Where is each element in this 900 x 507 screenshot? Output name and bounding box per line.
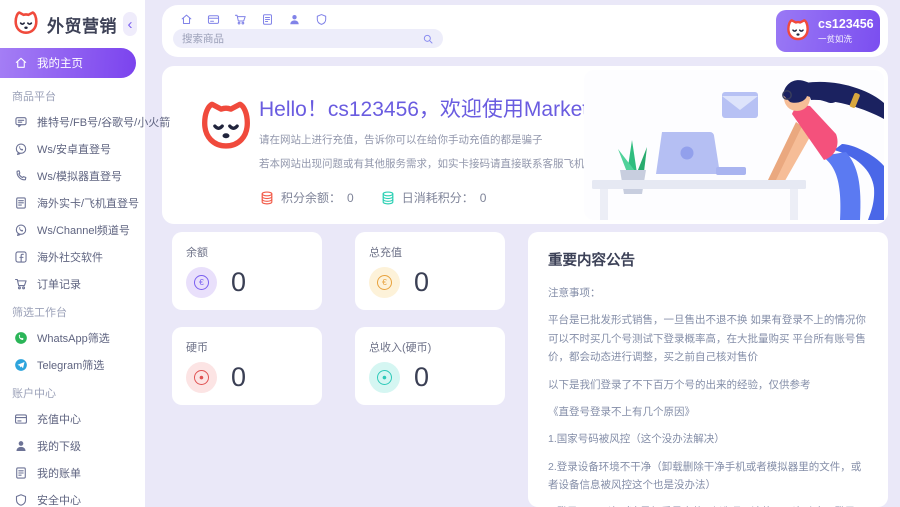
- telegram-icon: [14, 358, 28, 372]
- sidebar-item-order-records[interactable]: 订单记录: [0, 270, 145, 297]
- sidebar-item-my-subordinates[interactable]: 我的下级: [0, 432, 145, 459]
- announcement-title: 重要内容公告: [548, 249, 868, 270]
- sidebar-section-filter-workbench: 筛选工作台: [0, 297, 145, 324]
- stat-card-coins: 硬币 ● 0: [172, 327, 322, 405]
- whatsapp-icon: [14, 142, 28, 156]
- search-input[interactable]: [182, 33, 422, 45]
- announcement-paragraph: 以下是我们登录了不下百万个号的出来的经验，仅供参考: [548, 376, 868, 394]
- document-icon: [14, 196, 28, 210]
- coins-icon: [259, 190, 275, 206]
- sidebar-item-ws-emulator[interactable]: Ws/模拟器直登号: [0, 162, 145, 189]
- daily-points-value: 0: [480, 191, 487, 205]
- balance-value: 0: [231, 267, 246, 298]
- coin-target-icon: ●: [186, 362, 217, 393]
- shield-icon: [14, 493, 28, 507]
- points-balance-value: 0: [347, 191, 354, 205]
- coins-icon: [380, 190, 396, 206]
- points-balance: 积分余额： 0: [259, 189, 354, 206]
- bill-icon[interactable]: [261, 13, 274, 26]
- sidebar-item-ws-channel[interactable]: Ws/Channel频道号: [0, 216, 145, 243]
- stats-grid: 余额 € 0 总充值 € 0 硬币 ● 0: [162, 232, 520, 507]
- sidebar-item-home[interactable]: 我的主页: [0, 48, 136, 78]
- total-income-value: 0: [414, 362, 429, 393]
- cart-icon: [14, 277, 28, 291]
- sidebar-item-telegram-filter[interactable]: Telegram筛选: [0, 351, 145, 378]
- sidebar-item-security-center[interactable]: 安全中心: [0, 486, 145, 507]
- brand-name: 外贸营销: [47, 12, 117, 37]
- cart-icon[interactable]: [234, 13, 247, 26]
- coin-target-icon: ●: [369, 362, 400, 393]
- sidebar-item-whatsapp-filter[interactable]: WhatsApp筛选: [0, 324, 145, 351]
- facebook-icon: [14, 250, 28, 264]
- euro-coin-icon: €: [186, 267, 217, 298]
- phone-icon: [14, 169, 28, 183]
- sidebar-item-overseas-social[interactable]: 海外社交软件: [0, 243, 145, 270]
- sidebar-collapse-button[interactable]: ‹: [123, 12, 137, 36]
- topbar: cs123456 一贫如洗: [162, 5, 888, 57]
- home-icon[interactable]: [180, 13, 193, 26]
- user-name: cs123456: [818, 17, 874, 33]
- bank-card-icon[interactable]: [207, 13, 220, 26]
- coins-value: 0: [231, 362, 246, 393]
- sidebar-item-overseas-card[interactable]: 海外实卡/飞机直登号: [0, 189, 145, 216]
- whatsapp-icon: [14, 223, 28, 237]
- stat-card-total-income: 总收入(硬币) ● 0: [355, 327, 505, 405]
- welcome-card: Hello！cs123456，欢迎使用Marketing 请在网站上进行充值，告…: [162, 66, 888, 224]
- daily-points-consumed: 日消耗积分： 0: [380, 189, 487, 206]
- hero-cat-logo-icon: [195, 97, 257, 159]
- coin-icon: €: [369, 267, 400, 298]
- user-icon: [14, 439, 28, 453]
- sidebar-item-my-bills[interactable]: 我的账单: [0, 459, 145, 486]
- home-icon: [14, 56, 28, 70]
- sidebar-item-ws-android[interactable]: Ws/安卓直登号: [0, 135, 145, 162]
- announcement-paragraph: 《直登号登录不上有几个原因》: [548, 403, 868, 421]
- total-recharge-value: 0: [414, 267, 429, 298]
- shield-icon[interactable]: [315, 13, 328, 26]
- sidebar-item-recharge-center[interactable]: 充值中心: [0, 405, 145, 432]
- brand-cat-logo-icon: [11, 9, 41, 39]
- announcement-paragraph: 注意事项：: [548, 284, 868, 302]
- user-icon[interactable]: [288, 13, 301, 26]
- brand: 外贸营销 ‹: [0, 0, 145, 47]
- announcement-paragraph: 平台是已批发形式销售，一旦售出不退不换 如果有登录不上的情况你可以不时买几个号测…: [548, 311, 868, 366]
- announcement-paragraph: 3.登录IP不干净（这是权重最高的1个选项，请使用干净动态IP登录，登录概率大大…: [548, 503, 868, 507]
- bank-card-icon: [14, 412, 28, 426]
- search-icon[interactable]: [422, 33, 434, 45]
- sidebar-section-products: 商品平台: [0, 81, 145, 108]
- bill-icon: [14, 466, 28, 480]
- stat-card-balance: 余额 € 0: [172, 232, 322, 310]
- search-bar: [173, 29, 443, 48]
- user-tagline: 一贫如洗: [818, 33, 874, 45]
- announcement-panel: 重要内容公告 注意事项： 平台是已批发形式销售，一旦售出不退不换 如果有登录不上…: [528, 232, 888, 507]
- user-badge[interactable]: cs123456 一贫如洗: [776, 10, 880, 52]
- sidebar: 外贸营销 ‹ 我的主页 商品平台 推特号/FB号/谷歌号/小火箭 Ws/安卓直登…: [0, 0, 145, 507]
- chat-icon: [14, 115, 28, 129]
- sidebar-section-account-center: 账户中心: [0, 378, 145, 405]
- whatsapp-filled-icon: [14, 331, 28, 345]
- main-content: cs123456 一贫如洗 Hello！cs123456，欢迎使用Marketi…: [145, 0, 900, 507]
- announcement-paragraph: 2.登录设备环境不干净（卸载删除干净手机或者模拟器里的文件，或者设备信息被风控这…: [548, 458, 868, 495]
- sidebar-item-twitter-fb-google[interactable]: 推特号/FB号/谷歌号/小火箭: [0, 108, 145, 135]
- avatar-cat-icon: [784, 17, 812, 45]
- stat-card-total-recharge: 总充值 € 0: [355, 232, 505, 310]
- announcement-paragraph: 1.国家号码被风控（这个没办法解决）: [548, 430, 868, 448]
- desk-illustration: [584, 70, 884, 220]
